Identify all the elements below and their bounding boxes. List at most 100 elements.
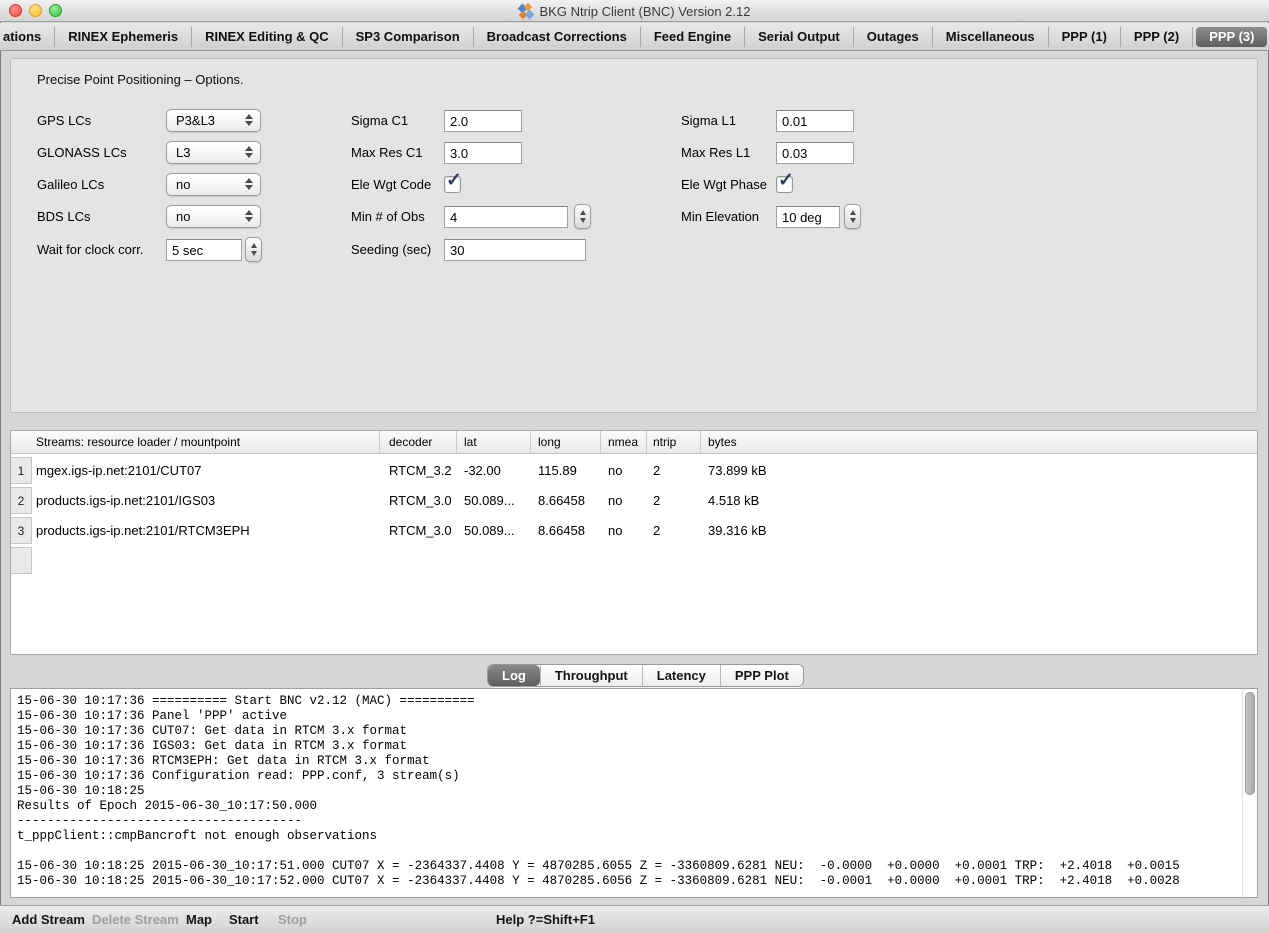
stop-button: Stop [278,906,307,933]
delete-stream-button: Delete Stream [92,906,179,933]
streams-table: Streams: resource loader / mountpoint de… [10,430,1258,655]
cell-lat: -32.00 [464,456,501,486]
log-line: 15-06-30 10:17:36 ========== Start BNC v… [17,694,1240,709]
cell-ntrip: 2 [653,516,660,546]
panel-title: Precise Point Positioning – Options. [37,72,244,87]
updown-arrows-icon [245,178,253,190]
glonass-lcs-value: L3 [176,145,190,160]
col-header-long: long [538,431,561,454]
cell-nmea: no [608,516,622,546]
view-tabs: Log Throughput Latency PPP Plot [487,664,804,687]
cell-lat: 50.089... [464,486,515,516]
cell-bytes: 4.518 kB [708,486,759,516]
tab-observations[interactable]: ations [0,27,55,47]
galileo-lcs-label: Galileo LCs [37,172,104,198]
tab-sp3-comparison[interactable]: SP3 Comparison [343,27,474,47]
bds-lcs-dropdown[interactable]: no [166,205,261,228]
tab-ppp-1[interactable]: PPP (1) [1049,27,1121,47]
log-line: 15-06-30 10:17:36 RTCM3EPH: Get data in … [17,754,1240,769]
min-elevation-label: Min Elevation [681,204,759,230]
cell-long: 8.66458 [538,486,585,516]
log-line: 15-06-30 10:17:36 IGS03: Get data in RTC… [17,739,1240,754]
sigma-l1-input[interactable] [776,110,854,132]
tab-bar: ations RINEX Ephemeris RINEX Editing & Q… [0,23,1269,51]
app-window: BKG Ntrip Client (BNC) Version 2.12 atio… [0,0,1269,933]
tab-log[interactable]: Log [488,665,540,686]
wait-clock-stepper[interactable] [245,237,262,262]
wait-clock-label: Wait for clock corr. [37,237,143,263]
ppp-options-panel: Precise Point Positioning – Options. GPS… [10,58,1258,413]
streams-table-header: Streams: resource loader / mountpoint de… [11,431,1257,454]
tab-ppp-3[interactable]: PPP (3) [1196,27,1267,47]
checkmark-icon: ✓ [446,169,462,192]
window-title: BKG Ntrip Client (BNC) Version 2.12 [540,4,751,19]
glonass-lcs-dropdown[interactable]: L3 [166,141,261,164]
minimize-window-button[interactable] [29,4,42,17]
title-bar: BKG Ntrip Client (BNC) Version 2.12 [0,0,1269,22]
map-button[interactable]: Map [186,906,212,933]
start-button[interactable]: Start [229,906,259,933]
sigma-c1-input[interactable] [444,110,522,132]
table-row[interactable]: products.igs-ip.net:2101/IGS03 RTCM_3.0 … [11,486,1257,516]
min-elevation-stepper[interactable] [844,204,861,229]
col-header-decoder: decoder [389,431,432,454]
tab-rinex-editing-qc[interactable]: RINEX Editing & QC [192,27,343,47]
cell-decoder: RTCM_3.2 [389,456,452,486]
cell-mountpoint: mgex.igs-ip.net:2101/CUT07 [36,456,201,486]
tab-ppp-2[interactable]: PPP (2) [1121,27,1193,47]
tab-outages[interactable]: Outages [854,27,933,47]
table-row[interactable]: mgex.igs-ip.net:2101/CUT07 RTCM_3.2 -32.… [11,456,1257,486]
col-header-nmea: nmea [608,431,638,454]
galileo-lcs-dropdown[interactable]: no [166,173,261,196]
cell-mountpoint: products.igs-ip.net:2101/IGS03 [36,486,215,516]
ele-wgt-phase-checkbox[interactable]: ✓ [776,176,793,193]
tab-serial-output[interactable]: Serial Output [745,27,854,47]
seeding-label: Seeding (sec) [351,237,431,263]
max-res-c1-label: Max Res C1 [351,140,423,166]
updown-arrows-icon [245,114,253,126]
ele-wgt-phase-label: Ele Wgt Phase [681,172,767,198]
log-scrollbar-thumb[interactable] [1245,692,1255,795]
updown-arrows-icon [245,210,253,222]
gps-lcs-dropdown[interactable]: P3&L3 [166,109,261,132]
gps-lcs-value: P3&L3 [176,113,215,128]
col-header-mountpoint: Streams: resource loader / mountpoint [36,431,240,454]
cell-nmea: no [608,456,622,486]
tab-latency[interactable]: Latency [642,665,720,686]
zoom-window-button[interactable] [49,4,62,17]
tab-broadcast-corrections[interactable]: Broadcast Corrections [474,27,641,47]
bnc-app-icon [519,4,534,19]
min-obs-input[interactable] [444,206,568,228]
table-row[interactable]: products.igs-ip.net:2101/RTCM3EPH RTCM_3… [11,516,1257,546]
log-line: 15-06-30 10:18:25 [17,784,1240,799]
max-res-c1-input[interactable] [444,142,522,164]
tab-miscellaneous[interactable]: Miscellaneous [933,27,1049,47]
cell-decoder: RTCM_3.0 [389,516,452,546]
cell-nmea: no [608,486,622,516]
wait-clock-input[interactable] [166,239,242,261]
cell-mountpoint: products.igs-ip.net:2101/RTCM3EPH [36,516,250,546]
cell-decoder: RTCM_3.0 [389,486,452,516]
log-scrollbar[interactable] [1242,689,1257,897]
tab-throughput[interactable]: Throughput [540,665,642,686]
log-output-panel[interactable]: 15-06-30 10:17:36 ========== Start BNC v… [10,688,1258,898]
max-res-l1-input[interactable] [776,142,854,164]
tab-feed-engine[interactable]: Feed Engine [641,27,745,47]
sigma-l1-label: Sigma L1 [681,108,736,134]
tab-rinex-ephemeris[interactable]: RINEX Ephemeris [55,27,192,47]
row-header-empty [11,547,32,574]
close-window-button[interactable] [9,4,22,17]
tab-ppp-plot[interactable]: PPP Plot [720,665,803,686]
cell-lat: 50.089... [464,516,515,546]
cell-ntrip: 2 [653,456,660,486]
log-line: 15-06-30 10:18:25 2015-06-30_10:17:52.00… [17,874,1240,889]
min-obs-stepper[interactable] [574,204,591,229]
max-res-l1-label: Max Res L1 [681,140,750,166]
seeding-input[interactable] [444,239,586,261]
min-elevation-input[interactable] [776,206,840,228]
ele-wgt-code-checkbox[interactable]: ✓ [444,176,461,193]
checkmark-icon: ✓ [778,169,794,192]
add-stream-button[interactable]: Add Stream [12,906,85,933]
log-line: Results of Epoch 2015-06-30_10:17:50.000 [17,799,1240,814]
log-line [17,844,1240,859]
